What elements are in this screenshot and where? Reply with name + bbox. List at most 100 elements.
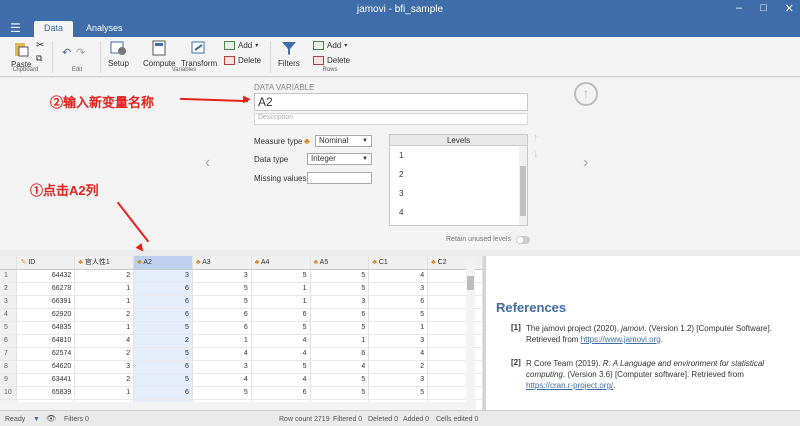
table-cell[interactable]: 64810 <box>16 334 76 348</box>
table-cell[interactable]: 5 <box>310 269 370 283</box>
table-cell[interactable]: 4 <box>251 373 311 387</box>
table-cell[interactable]: 5 <box>368 386 429 400</box>
table-cell[interactable]: 5 <box>192 295 252 309</box>
table-cell[interactable]: 1 <box>192 334 252 348</box>
table-cell[interactable]: 5 <box>133 373 193 387</box>
table-cell[interactable]: 3 <box>192 360 252 374</box>
level-item[interactable]: 2 <box>390 165 527 184</box>
table-cell[interactable]: 6 <box>192 321 252 335</box>
undo-icon[interactable]: ↶ <box>62 46 71 59</box>
row-number[interactable]: 8 <box>0 360 18 374</box>
column-header[interactable]: ♣ A4 <box>251 256 311 270</box>
column-header[interactable]: ♣ A3 <box>192 256 252 270</box>
row-number[interactable]: 6 <box>0 334 18 348</box>
tab-analyses[interactable]: Analyses <box>76 21 133 37</box>
level-move-up-icon[interactable]: ↑ <box>533 132 539 144</box>
table-cell[interactable]: 6 <box>133 282 193 296</box>
table-cell[interactable]: 1 <box>74 321 135 335</box>
table-cell[interactable]: 5 <box>310 282 370 296</box>
row-number[interactable]: 10 <box>0 386 18 400</box>
table-cell[interactable]: 3 <box>133 269 193 283</box>
table-cell[interactable]: 2 <box>368 360 429 374</box>
level-move-down-icon[interactable]: ↓ <box>533 148 539 160</box>
copy-icon[interactable]: ⧉ <box>36 53 42 64</box>
retain-unused-levels-toggle[interactable] <box>516 236 530 244</box>
table-cell[interactable]: 4 <box>192 347 252 361</box>
table-cell[interactable]: 64432 <box>16 269 76 283</box>
close-button[interactable]: ✕ <box>785 2 794 15</box>
table-cell[interactable]: 4 <box>310 360 370 374</box>
table-cell[interactable]: 6 <box>251 308 311 322</box>
data-type-select[interactable]: Integer ▼ <box>307 153 372 165</box>
table-cell[interactable]: 5 <box>133 347 193 361</box>
column-header[interactable]: ♣ C1 <box>368 256 429 270</box>
table-cell[interactable]: 6 <box>133 386 193 400</box>
variable-name-input[interactable]: A2 <box>254 93 528 111</box>
description-input[interactable]: Description <box>254 113 528 125</box>
grid-vertical-scrollbar[interactable] <box>466 262 475 410</box>
table-cell[interactable]: 4 <box>251 334 311 348</box>
tab-data[interactable]: Data <box>34 21 74 37</box>
table-cell[interactable]: 1 <box>74 386 135 400</box>
row-number[interactable]: 3 <box>0 295 18 309</box>
table-cell[interactable]: 64620 <box>16 360 76 374</box>
table-cell[interactable]: 5 <box>310 321 370 335</box>
row-number[interactable]: 4 <box>0 308 18 322</box>
column-header-id[interactable]: ✎ ID <box>16 256 76 270</box>
table-cell[interactable]: 4 <box>192 373 252 387</box>
table-cell[interactable]: 5 <box>310 373 370 387</box>
table-cell[interactable]: 2 <box>74 347 135 361</box>
row-number[interactable]: 7 <box>0 347 18 361</box>
add-variable-button[interactable]: Add ▾ <box>224 41 258 50</box>
reference-link[interactable]: https://www.jamovi.org <box>581 335 661 344</box>
table-cell[interactable]: 3 <box>310 295 370 309</box>
table-cell[interactable]: 63441 <box>16 373 76 387</box>
collapse-setup-icon[interactable]: ↑ <box>574 82 598 106</box>
level-item[interactable]: 4 <box>390 203 527 222</box>
table-cell[interactable]: 1 <box>74 282 135 296</box>
measure-type-select[interactable]: Nominal ▼ <box>315 135 372 147</box>
row-number[interactable]: 2 <box>0 282 18 296</box>
table-cell[interactable]: 66278 <box>16 282 76 296</box>
table-cell[interactable]: 6 <box>310 347 370 361</box>
table-cell[interactable]: 5 <box>133 321 193 335</box>
table-cell[interactable]: 3 <box>74 360 135 374</box>
table-cell[interactable]: 2 <box>74 269 135 283</box>
table-cell[interactable]: 6 <box>133 360 193 374</box>
table-cell[interactable]: 5 <box>368 308 429 322</box>
table-cell[interactable]: 64835 <box>16 321 76 335</box>
compute-button[interactable]: Compute <box>143 40 175 68</box>
table-cell[interactable]: 65839 <box>16 386 76 400</box>
table-cell[interactable]: 2 <box>133 334 193 348</box>
table-cell[interactable]: 5 <box>251 360 311 374</box>
table-cell[interactable]: 6 <box>310 308 370 322</box>
table-cell[interactable]: 1 <box>368 321 429 335</box>
table-cell[interactable]: 62574 <box>16 347 76 361</box>
column-header-selected[interactable]: ♣ A2 <box>133 256 193 270</box>
previous-variable-icon[interactable]: ‹ <box>205 154 210 172</box>
transform-button[interactable]: Transform <box>181 40 217 68</box>
table-cell[interactable]: 4 <box>368 347 429 361</box>
filters-button[interactable]: Filters <box>278 40 300 68</box>
delete-row-button[interactable]: Delete <box>313 56 350 65</box>
missing-values-input[interactable] <box>307 172 372 184</box>
table-cell[interactable]: 5 <box>310 386 370 400</box>
column-header[interactable]: ♣ 官人性1 <box>74 256 135 270</box>
table-cell[interactable]: 5 <box>192 282 252 296</box>
grid-horizontal-scrollbar[interactable] <box>0 402 476 410</box>
level-item[interactable]: 3 <box>390 184 527 203</box>
paste-button[interactable]: Paste <box>11 41 31 69</box>
row-number[interactable]: 1 <box>0 269 18 283</box>
table-cell[interactable]: 6 <box>368 295 429 309</box>
table-cell[interactable]: 2 <box>74 308 135 322</box>
table-cell[interactable]: 3 <box>192 269 252 283</box>
redo-icon[interactable]: ↷ <box>76 46 85 59</box>
setup-button[interactable]: Setup <box>108 40 129 68</box>
table-cell[interactable]: 6 <box>133 308 193 322</box>
table-cell[interactable]: 6 <box>251 386 311 400</box>
table-cell[interactable]: 1 <box>251 282 311 296</box>
table-cell[interactable]: 62920 <box>16 308 76 322</box>
table-cell[interactable]: 66391 <box>16 295 76 309</box>
table-cell[interactable]: 6 <box>133 295 193 309</box>
reference-link[interactable]: https://cran.r-project.org/ <box>526 381 613 390</box>
